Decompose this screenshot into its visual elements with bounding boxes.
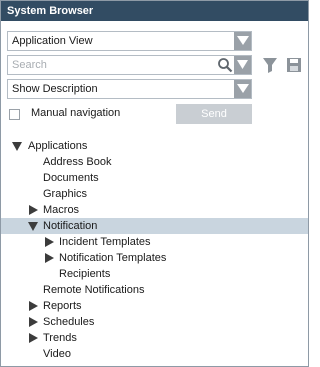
- collapsed-toggle-icon[interactable]: [27, 298, 39, 314]
- tree-node-label: Macros: [43, 204, 80, 216]
- tree-node-label: Notification Templates: [59, 252, 167, 264]
- collapsed-toggle-icon[interactable]: [43, 234, 55, 250]
- window-title: System Browser: [1, 1, 308, 21]
- tree-node-label: Video: [43, 348, 71, 360]
- tree-node-notification-templates[interactable]: Notification Templates: [1, 250, 308, 266]
- tree-node-applications[interactable]: Applications: [1, 138, 308, 154]
- search-icon[interactable]: [217, 57, 233, 73]
- filter-icon[interactable]: [262, 56, 278, 74]
- send-button[interactable]: Send: [176, 104, 252, 124]
- tree-node-recipients[interactable]: Recipients: [1, 266, 308, 282]
- save-icon[interactable]: [286, 56, 302, 74]
- tree-node-graphics[interactable]: Graphics: [1, 186, 308, 202]
- tree-node-macros[interactable]: Macros: [1, 202, 308, 218]
- tree-node-label: Documents: [43, 172, 99, 184]
- tree-node-label: Reports: [43, 300, 82, 312]
- collapsed-toggle-icon[interactable]: [27, 330, 39, 346]
- tree-node-label: Trends: [43, 332, 77, 344]
- tree-node-label: Notification: [43, 220, 98, 232]
- tree-node-incident-templates[interactable]: Incident Templates: [1, 234, 308, 250]
- collapsed-toggle-icon[interactable]: [27, 202, 39, 218]
- system-browser-window: System Browser Application View Show Des…: [0, 0, 309, 367]
- description-dropdown-value: Show Description: [12, 83, 98, 95]
- tree-node-notification[interactable]: Notification: [1, 218, 308, 234]
- expand-toggle-icon[interactable]: [11, 138, 23, 154]
- description-dropdown[interactable]: Show Description: [7, 79, 252, 99]
- search-options-chevron-down-icon[interactable]: [234, 56, 251, 74]
- tree-node-label: Address Book: [43, 156, 112, 168]
- search-field[interactable]: [7, 55, 252, 75]
- tree-node-label: Incident Templates: [59, 236, 151, 248]
- manual-navigation-checkbox[interactable]: [9, 109, 20, 120]
- tree-node-label: Graphics: [43, 188, 88, 200]
- manual-navigation-label: Manual navigation: [31, 107, 121, 119]
- expand-toggle-icon[interactable]: [27, 218, 39, 234]
- tree-node-documents[interactable]: Documents: [1, 170, 308, 186]
- tree-node-schedules[interactable]: Schedules: [1, 314, 308, 330]
- system-tree: Applications Address Book Documents Grap…: [1, 138, 308, 362]
- collapsed-toggle-icon[interactable]: [27, 314, 39, 330]
- chevron-down-icon[interactable]: [234, 32, 251, 50]
- tree-node-trends[interactable]: Trends: [1, 330, 308, 346]
- tree-node-label: Applications: [28, 140, 88, 152]
- collapsed-toggle-icon[interactable]: [43, 250, 55, 266]
- tree-node-video[interactable]: Video: [1, 346, 308, 362]
- tree-node-label: Schedules: [43, 316, 95, 328]
- view-dropdown-value: Application View: [12, 35, 93, 47]
- tree-node-address-book[interactable]: Address Book: [1, 154, 308, 170]
- tree-node-label: Remote Notifications: [43, 284, 145, 296]
- chevron-down-icon[interactable]: [234, 80, 251, 98]
- tree-node-remote-notifications[interactable]: Remote Notifications: [1, 282, 308, 298]
- view-dropdown[interactable]: Application View: [7, 31, 252, 51]
- search-input[interactable]: [8, 56, 217, 74]
- tree-node-label: Recipients: [59, 268, 111, 280]
- tree-node-reports[interactable]: Reports: [1, 298, 308, 314]
